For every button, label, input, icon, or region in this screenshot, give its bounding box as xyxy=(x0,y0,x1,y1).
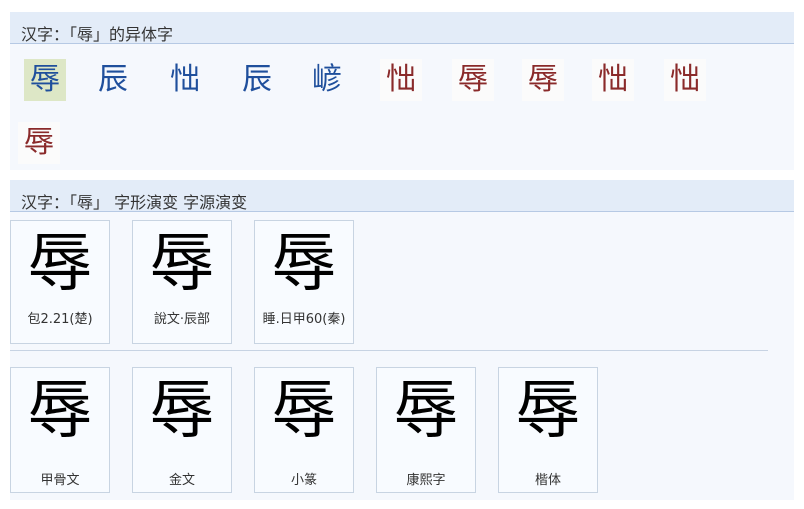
evolution-glyph: 辱 xyxy=(150,227,214,301)
evolution-card-qin: 辱 睡.日甲60(秦) xyxy=(254,220,354,344)
evolution-card-kaiti: 辱 楷体 xyxy=(498,367,598,493)
evolution-caption: 楷体 xyxy=(534,473,561,488)
evolution-glyph: 辱 xyxy=(516,374,580,448)
evolution-panel: 汉字：「辱」 字形演变 字源演变 辱 包2.21(楚) 辱 說文‧辰部 辱 睡.… xyxy=(10,180,794,500)
evolution-header: 汉字：「辱」 字形演变 字源演变 xyxy=(10,180,794,212)
variant-glyph-7[interactable]: 辱 xyxy=(452,59,494,101)
evolution-glyph: 辱 xyxy=(150,374,214,448)
evolution-card-chu: 辱 包2.21(楚) xyxy=(10,220,110,344)
variant-glyph-8[interactable]: 辱 xyxy=(522,59,564,101)
evolution-title: 汉字：「辱」 字形演变 字源演变 xyxy=(21,193,248,212)
variant-glyph-10[interactable]: 㤕 xyxy=(664,59,706,101)
section-divider xyxy=(10,350,768,351)
evolution-card-seal: 辱 小篆 xyxy=(254,367,354,493)
evolution-caption: 小篆 xyxy=(290,473,317,488)
evolution-card-bronze: 辱 金文 xyxy=(132,367,232,493)
variants-title: 汉字：「辱」的异体字 xyxy=(21,25,174,44)
evolution-card-oracle: 辱 甲骨文 xyxy=(10,367,110,493)
variant-glyph-6[interactable]: 㤕 xyxy=(380,59,422,101)
evolution-caption: 康熙字 xyxy=(406,473,446,488)
variant-glyph-2[interactable]: 辰 xyxy=(92,59,134,101)
variants-panel: 汉字：「辱」的异体字 辱 辰 㤕 辰 嵃 㤕 辱 辱 㤕 㤕 辱 xyxy=(10,12,794,170)
variant-glyph-3[interactable]: 㤕 xyxy=(164,59,206,101)
evolution-card-kangxi: 辱 康熙字 xyxy=(376,367,476,493)
evolution-caption: 說文‧辰部 xyxy=(153,312,211,327)
variant-glyph-1[interactable]: 辱 xyxy=(24,59,66,101)
evolution-caption: 甲骨文 xyxy=(40,473,80,488)
evolution-glyph: 辱 xyxy=(394,374,458,448)
variant-glyph-9[interactable]: 㤕 xyxy=(592,59,634,101)
evolution-caption: 睡.日甲60(秦) xyxy=(262,312,346,327)
evolution-glyph: 辱 xyxy=(28,374,92,448)
variants-header: 汉字：「辱」的异体字 xyxy=(10,12,794,44)
evolution-glyph: 辱 xyxy=(272,374,336,448)
variant-glyph-5[interactable]: 嵃 xyxy=(306,59,348,101)
variant-glyph-4[interactable]: 辰 xyxy=(236,59,278,101)
evolution-glyph: 辱 xyxy=(272,227,336,301)
evolution-caption: 包2.21(楚) xyxy=(27,312,93,327)
evolution-card-shuowen: 辱 說文‧辰部 xyxy=(132,220,232,344)
variant-glyph-11[interactable]: 辱 xyxy=(18,122,60,164)
evolution-glyph: 辱 xyxy=(28,227,92,301)
evolution-caption: 金文 xyxy=(168,473,195,488)
